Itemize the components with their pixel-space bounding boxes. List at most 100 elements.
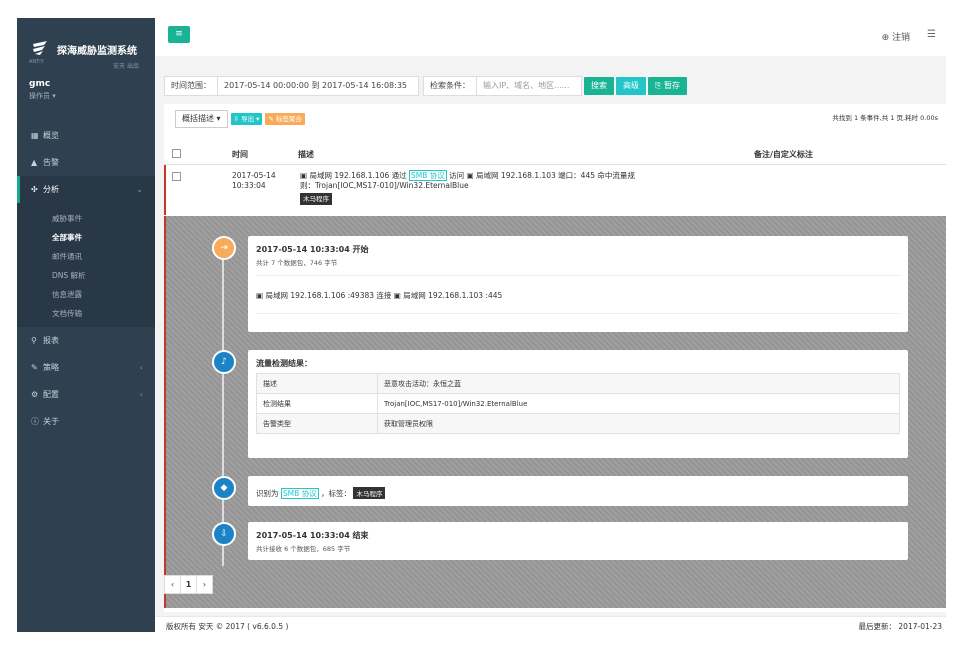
copyright: 版权所有 安天 © 2017 ( v6.6.0.5 )	[166, 622, 289, 631]
select-all-checkbox[interactable]	[172, 149, 181, 158]
export-button[interactable]: ⇩ 导出 ▾	[230, 113, 263, 125]
main-content: 时间范围： 2017-05-14 00:00:00 到 2017-05-14 1…	[155, 56, 946, 616]
search-icon: ⚲	[31, 336, 37, 345]
desc-part-4: 则：Trojan[IOC,MS17-010]/Win32.EternalBlue	[300, 181, 469, 190]
sidebar-item-reports[interactable]: ⚲ 报表	[17, 327, 155, 354]
advanced-button[interactable]: 高级	[616, 77, 646, 95]
sidebar-item-overview[interactable]: ▦ 概览	[17, 122, 155, 149]
user-role-dropdown[interactable]: 操作员 ▾	[29, 91, 56, 101]
submenu-item-doc-transfer[interactable]: 文档传输	[17, 304, 155, 323]
toolbar: 概括描述 ▾ ⇩ 导出 ▾ ✎ 标签聚合	[175, 110, 305, 128]
row-checkbox[interactable]	[172, 172, 181, 181]
time-range-label: 时间范围：	[164, 76, 218, 96]
tag-merge-button[interactable]: ✎ 标签聚合	[265, 113, 305, 125]
submenu-item-info-leak[interactable]: 信息泄露	[17, 285, 155, 304]
search-button[interactable]: 搜索	[584, 77, 614, 95]
pagination: ‹ 1 ›	[164, 575, 213, 594]
sidebar-item-label: 告警	[43, 158, 59, 167]
start-title: 2017-05-14 10:33:04 开始	[256, 245, 369, 254]
protocol-tag[interactable]: SMB 协议	[409, 170, 447, 181]
end-summary: 共计接收 6 个数据包，685 字节	[256, 545, 351, 553]
table-row[interactable]: 2017-05-14 10:33:04 ▣ 局域网 192.168.1.106 …	[164, 165, 946, 215]
condition-label: 检索条件：	[423, 76, 477, 96]
detect-key: 告警类型	[256, 413, 378, 434]
events-panel: 概括描述 ▾ ⇩ 导出 ▾ ✎ 标签聚合 共找到 1 条事件,共 1 页,耗时 …	[164, 104, 946, 612]
user-profile[interactable]: gmc 操作员 ▾	[29, 79, 56, 101]
start-icon: ⇥	[212, 236, 236, 260]
chevron-left-icon: ‹	[139, 390, 143, 399]
sidebar-item-label: 概览	[43, 131, 59, 140]
desc-part-3: 局域网 192.168.1.103 端口：445 命中流量规	[476, 171, 635, 180]
row-label-badge: 木马程序	[300, 193, 332, 205]
analysis-submenu: 威胁事件 全部事件 邮件通讯 DNS 解析 信息泄露 文档传输	[17, 203, 155, 327]
detect-key: 检测结果	[256, 393, 378, 414]
row-clock: 10:33:04	[232, 181, 266, 190]
chevron-left-icon: ‹	[139, 363, 143, 372]
host-icon: ▣	[256, 291, 264, 300]
column-time: 时间	[232, 150, 248, 159]
start-summary: 共计 7 个数据包，746 字节	[256, 259, 338, 267]
footer: 版权所有 安天 © 2017 ( v6.6.0.5 ) 最后更新： 2017-0…	[155, 616, 946, 633]
sidebar-item-alerts[interactable]: ▲ 告警	[17, 149, 155, 176]
detect-key: 描述	[256, 373, 378, 394]
next-page-button[interactable]: ›	[196, 575, 213, 594]
identification-card: 识别为 SMB 协议 ，标签： 木马程序	[248, 476, 908, 506]
search-input[interactable]: 输入IP、域名、地区......	[476, 76, 582, 96]
submenu-item-email[interactable]: 邮件通讯	[17, 247, 155, 266]
row-date: 2017-05-14	[232, 171, 276, 180]
logo-subtext: ANTIY	[29, 59, 44, 65]
desc-part-1: 局域网 192.168.1.106 通过	[309, 171, 407, 180]
settings-icon: ⚙	[31, 390, 39, 399]
connection-src: 局域网 192.168.1.106 :49383 连接	[265, 291, 392, 300]
identify-label-badge: 木马程序	[353, 487, 386, 499]
detection-table: 描述 恶意攻击活动：永恒之蓝 检测结果 Trojan[IOC,MS17-010]/W…	[256, 373, 900, 434]
detect-value: 获取管理员权限	[377, 413, 900, 434]
logout-button[interactable]: ⊕ 注销	[882, 30, 910, 43]
tag-icon: ◆	[212, 476, 236, 500]
detect-value: Trojan[IOC,MS17-010]/Win32.EternalBlue	[377, 393, 900, 414]
submenu-item-all-events[interactable]: 全部事件	[17, 228, 155, 247]
sidebar-nav: ▦ 概览 ▲ 告警 ✣ 分析 ⌄ 威胁事件 全部事件 邮件通讯 DNS 解析 信…	[17, 122, 155, 435]
wrench-icon: ✎	[31, 363, 38, 372]
row-time: 2017-05-14 10:33:04	[232, 171, 276, 191]
end-title: 2017-05-14 10:33:04 结束	[256, 531, 369, 540]
menu-icon[interactable]: ☰	[927, 29, 936, 40]
sidebar-item-label: 策略	[43, 363, 59, 372]
column-desc: 描述	[298, 150, 314, 159]
event-detail-timeline: ⇥ 2017-05-14 10:33:04 开始 共计 7 个数据包，746 字…	[164, 216, 946, 608]
search-bar: 时间范围： 2017-05-14 00:00:00 到 2017-05-14 1…	[164, 76, 687, 96]
time-range-input[interactable]: 2017-05-14 00:00:00 到 2017-05-14 16:08:3…	[217, 76, 419, 96]
sidebar-item-config[interactable]: ⚙ 配置 ‹	[17, 381, 155, 408]
sidebar-item-label: 分析	[43, 185, 59, 194]
column-note: 备注/自定义标注	[754, 150, 813, 159]
page-1-button[interactable]: 1	[180, 575, 197, 594]
identify-protocol[interactable]: SMB 协议	[280, 488, 319, 499]
sidebar-item-analysis[interactable]: ✣ 分析 ⌄	[17, 176, 155, 203]
save-button[interactable]: ⎘ 暂存	[648, 77, 687, 95]
view-mode-select[interactable]: 概括描述 ▾	[175, 110, 228, 128]
sidebar-item-policy[interactable]: ✎ 策略 ‹	[17, 354, 155, 381]
bell-icon: ♪	[212, 350, 236, 374]
identify-prefix: 识别为	[256, 489, 279, 498]
sidebar-item-label: 关于	[43, 417, 59, 426]
info-icon: ⓘ	[31, 417, 39, 426]
timeline-line	[222, 236, 224, 566]
brand[interactable]: 探海威胁监测系统	[31, 40, 137, 58]
identify-mid: ，标签：	[321, 489, 352, 498]
detection-title: 流量检测结果：	[256, 359, 312, 368]
prev-page-button[interactable]: ‹	[164, 575, 181, 594]
user-name: gmc	[29, 79, 51, 89]
app-subtitle: 安天 出品	[113, 63, 139, 70]
detect-value: 恶意攻击活动：永恒之蓝	[377, 373, 900, 394]
menu-toggle-button[interactable]: ≡	[168, 26, 190, 43]
dashboard-icon: ▦	[31, 131, 39, 140]
sidebar-item-about[interactable]: ⓘ 关于	[17, 408, 155, 435]
detection-result-card: 流量检测结果： 描述 恶意攻击活动：永恒之蓝 检测结果 Trojan[IOC,MS1…	[248, 350, 908, 458]
table-header: 时间 描述 备注/自定义标注	[164, 142, 946, 165]
topbar: ≡ ⊕ 注销 ☰	[155, 18, 946, 56]
submenu-item-dns[interactable]: DNS 解析	[17, 266, 155, 285]
sidebar-item-label: 配置	[43, 390, 59, 399]
host-icon: ▣	[466, 171, 474, 180]
row-description: ▣ 局域网 192.168.1.106 通过 SMB 协议 访问 ▣ 局域网 1…	[300, 170, 680, 205]
submenu-item-threat-events[interactable]: 威胁事件	[17, 209, 155, 228]
